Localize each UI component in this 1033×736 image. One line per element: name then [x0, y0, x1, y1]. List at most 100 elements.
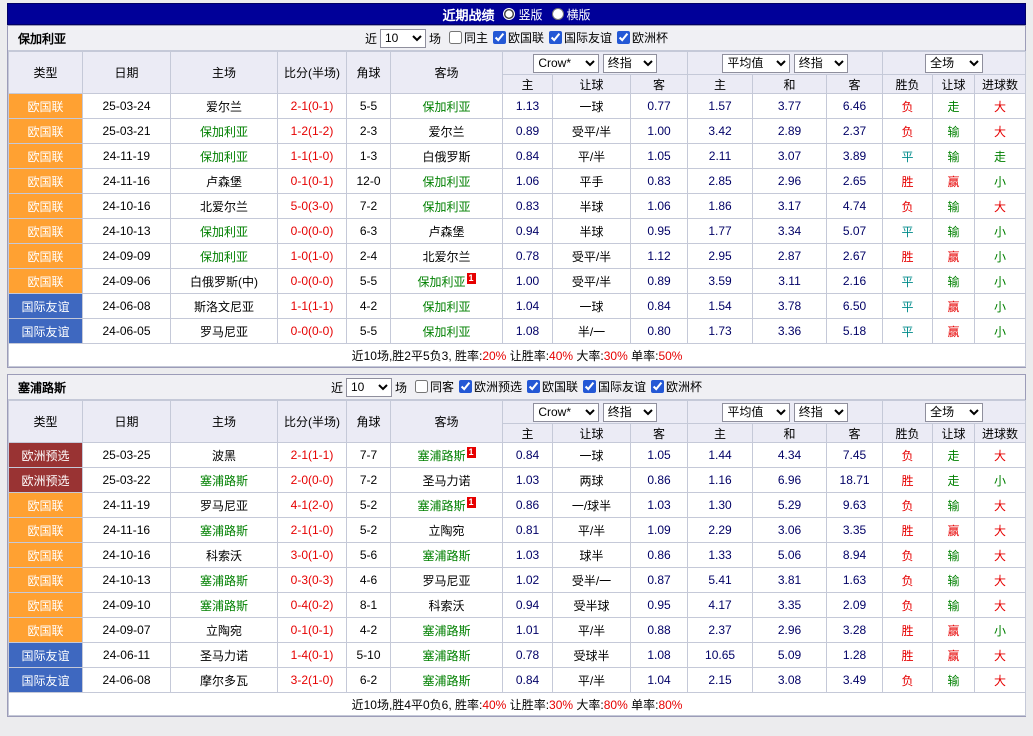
filter-checkbox[interactable]: 欧国联 — [527, 378, 578, 395]
team-name-text: 塞浦路斯 — [200, 524, 248, 538]
filter-checkbox-input[interactable] — [415, 380, 428, 393]
col-header-home: 主场 — [171, 52, 278, 94]
avg-odds-header: 平均值 终指 — [688, 401, 883, 424]
full-match-select[interactable]: 全场 — [925, 403, 983, 422]
cell-league-type: 欧国联 — [9, 169, 83, 194]
cell-odds-home: 1.08 — [503, 319, 553, 344]
filter-checkbox-label: 欧国联 — [508, 29, 544, 46]
cell-avg-draw: 5.06 — [753, 543, 827, 568]
cell-result-handicap: 输 — [933, 144, 975, 169]
cell-handicap: 受平/半 — [553, 269, 631, 294]
games-label: 场 — [429, 30, 441, 47]
avg-final-select[interactable]: 终指 — [794, 54, 848, 73]
filter-checkbox[interactable]: 国际友谊 — [583, 378, 646, 395]
summary-text: 大率: — [573, 698, 604, 712]
cell-result-winloss: 胜 — [883, 468, 933, 493]
cell-odds-away: 1.06 — [631, 194, 688, 219]
filter-checkbox-input[interactable] — [617, 31, 630, 44]
cell-corners: 5-10 — [347, 643, 391, 668]
filter-checkbox[interactable]: 同主 — [449, 29, 488, 46]
layout-radio-horizontal-input[interactable] — [552, 8, 564, 20]
summary-cell: 近10场,胜4平0负6, 胜率:40% 让胜率:30% 大率:80% 单率:80… — [9, 693, 1026, 716]
team-name-text: 斯洛文尼亚 — [194, 300, 254, 314]
col-header-avg-home: 主 — [688, 75, 753, 94]
cell-avg-home: 2.37 — [688, 618, 753, 643]
match-row: 欧国联24-11-16塞浦路斯2-1(1-0)5-2立陶宛0.81平/半1.09… — [9, 518, 1026, 543]
cell-away-team: 北爱尔兰 — [391, 244, 503, 269]
cell-avg-away: 3.49 — [827, 668, 883, 693]
layout-radio-vertical[interactable]: 竖版 — [503, 6, 542, 23]
cell-date: 24-10-13 — [83, 219, 171, 244]
matches-table: 类型 日期 主场 比分(半场) 角球 客场 Crow* 终指 平均值 终指 — [8, 400, 1026, 716]
filter-checkbox[interactable]: 欧洲杯 — [651, 378, 702, 395]
summary-cell: 近10场,胜2平5负3, 胜率:20% 让胜率:40% 大率:30% 单率:50… — [9, 344, 1026, 367]
cell-avg-home: 5.41 — [688, 568, 753, 593]
avg-odds-select[interactable]: 平均值 — [722, 403, 790, 422]
filter-checkbox-input[interactable] — [549, 31, 562, 44]
match-row: 欧国联25-03-21保加利亚1-2(1-2)2-3爱尔兰0.89受平/半1.0… — [9, 119, 1026, 144]
cell-odds-home: 0.94 — [503, 593, 553, 618]
filter-checkbox-input[interactable] — [493, 31, 506, 44]
games-label: 场 — [395, 379, 407, 396]
cell-home-team: 保加利亚 — [171, 244, 278, 269]
filter-checkbox[interactable]: 国际友谊 — [549, 29, 612, 46]
filter-checkbox-input[interactable] — [459, 380, 472, 393]
layout-radio-vertical-input[interactable] — [503, 8, 515, 20]
odds-company-header: Crow* 终指 — [503, 401, 688, 424]
filter-checkboxes: 同主 欧国联国际友谊欧洲杯 — [444, 29, 668, 47]
cell-result-goals: 大 — [975, 518, 1026, 543]
cell-away-team: 保加利亚 — [391, 194, 503, 219]
cell-corners: 4-6 — [347, 568, 391, 593]
odds-company-select[interactable]: Crow* — [533, 403, 599, 422]
cell-avg-draw: 3.78 — [753, 294, 827, 319]
match-row: 国际友谊24-06-05罗马尼亚0-0(0-0)5-5保加利亚1.08半/一0.… — [9, 319, 1026, 344]
avg-odds-select[interactable]: 平均值 — [722, 54, 790, 73]
team-name-text: 塞浦路斯 — [417, 499, 465, 513]
cell-league-type: 欧国联 — [9, 94, 83, 119]
cell-date: 24-09-09 — [83, 244, 171, 269]
filter-checkbox[interactable]: 欧国联 — [493, 29, 544, 46]
cell-avg-home: 1.54 — [688, 294, 753, 319]
summary-text: 让胜率: — [506, 349, 549, 363]
cell-score: 0-0(0-0) — [278, 219, 347, 244]
cell-date: 24-09-07 — [83, 618, 171, 643]
cell-avg-away: 4.74 — [827, 194, 883, 219]
cell-result-handicap: 输 — [933, 194, 975, 219]
cell-result-winloss: 胜 — [883, 169, 933, 194]
cell-avg-away: 5.07 — [827, 219, 883, 244]
col-header-corners: 角球 — [347, 401, 391, 443]
cell-avg-home: 1.30 — [688, 493, 753, 518]
cell-avg-away: 7.45 — [827, 443, 883, 468]
team-name-text: 保加利亚 — [200, 150, 248, 164]
cell-date: 24-10-16 — [83, 194, 171, 219]
odds-final-select[interactable]: 终指 — [603, 54, 657, 73]
odds-final-select[interactable]: 终指 — [603, 403, 657, 422]
filter-checkbox-input[interactable] — [651, 380, 664, 393]
games-count-select[interactable]: 10 — [346, 378, 392, 397]
team-name-text: 科索沃 — [428, 599, 464, 613]
cell-score: 0-3(0-3) — [278, 568, 347, 593]
cell-result-goals: 小 — [975, 244, 1026, 269]
filter-checkbox[interactable]: 同客 — [415, 378, 454, 395]
cell-avg-home: 3.59 — [688, 269, 753, 294]
odds-company-select[interactable]: Crow* — [533, 54, 599, 73]
filter-checkbox[interactable]: 欧洲杯 — [617, 29, 668, 46]
cell-home-team: 立陶宛 — [171, 618, 278, 643]
cell-avg-draw: 2.96 — [753, 618, 827, 643]
summary-text: 50% — [658, 349, 682, 363]
filter-checkbox-input[interactable] — [449, 31, 462, 44]
cell-result-goals: 大 — [975, 543, 1026, 568]
games-count-select[interactable]: 10 — [380, 29, 426, 48]
col-header-odds-home: 主 — [503, 75, 553, 94]
cell-corners: 7-7 — [347, 443, 391, 468]
cell-handicap: 平/半 — [553, 144, 631, 169]
full-match-select[interactable]: 全场 — [925, 54, 983, 73]
cell-avg-home: 2.29 — [688, 518, 753, 543]
filter-checkbox-input[interactable] — [527, 380, 540, 393]
layout-radio-horizontal[interactable]: 横版 — [552, 6, 591, 23]
cell-avg-draw: 3.07 — [753, 144, 827, 169]
filter-checkbox-input[interactable] — [583, 380, 596, 393]
avg-final-select[interactable]: 终指 — [794, 403, 848, 422]
filter-checkbox[interactable]: 欧洲预选 — [459, 378, 522, 395]
col-header-type: 类型 — [9, 401, 83, 443]
